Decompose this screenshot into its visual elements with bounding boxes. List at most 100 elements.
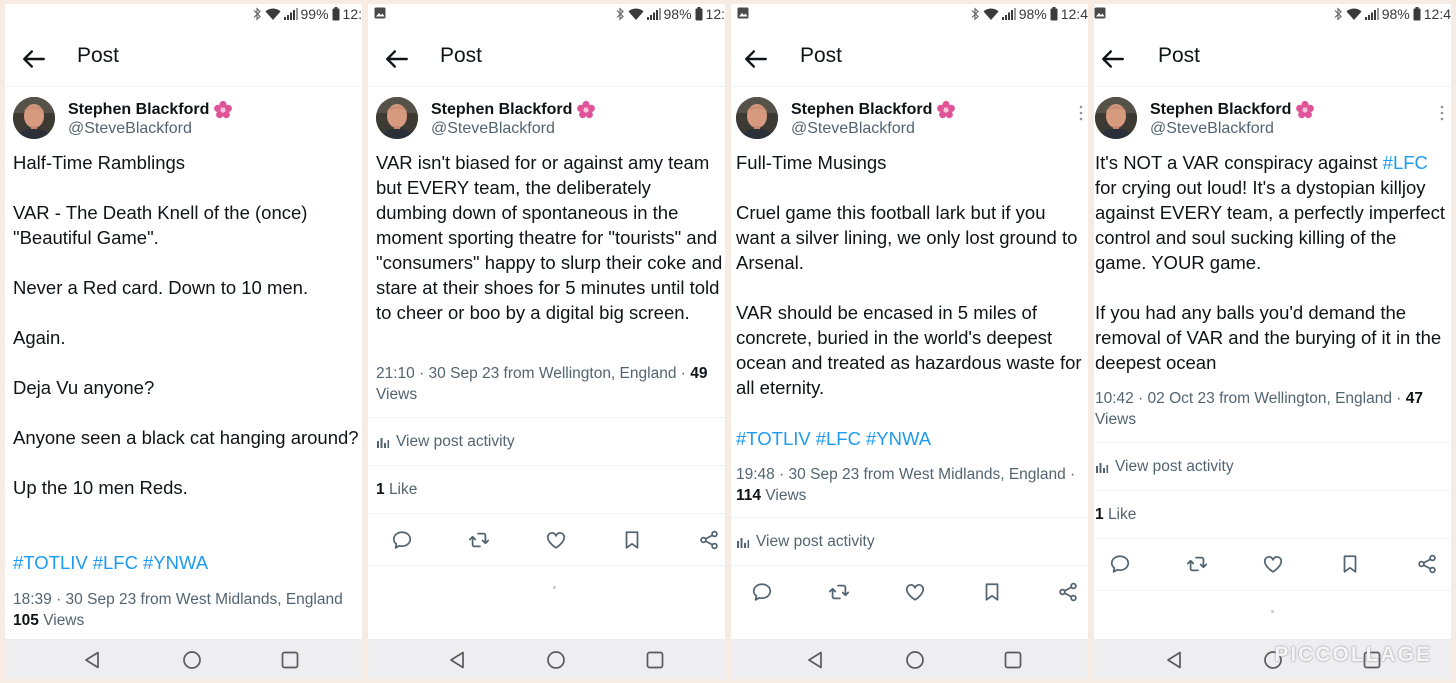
- status-bar: 98% 12:4: [1094, 4, 1451, 24]
- likes-summary[interactable]: 1 Like: [376, 481, 417, 499]
- battery-percent: 98%: [1018, 6, 1047, 22]
- back-arrow-icon[interactable]: [1098, 46, 1128, 72]
- battery-icon: [695, 7, 703, 21]
- view-post-activity-link[interactable]: View post activity: [376, 433, 515, 451]
- author-name[interactable]: Stephen Blackford: [791, 101, 932, 119]
- post-paragraph: It's NOT a VAR conspiracy against #LFC f…: [1095, 150, 1451, 275]
- reply-button[interactable]: [388, 526, 416, 554]
- android-nav-bar: [368, 639, 725, 679]
- activity-label: View post activity: [1115, 458, 1234, 475]
- bluetooth-icon: [1333, 7, 1343, 21]
- likes-summary[interactable]: 1 Like: [1095, 506, 1136, 524]
- android-nav-bar: [731, 639, 1088, 679]
- author-name[interactable]: Stephen Blackford: [1150, 101, 1291, 119]
- divider: [1094, 442, 1451, 443]
- share-button[interactable]: [695, 526, 723, 554]
- repost-button[interactable]: [465, 526, 493, 554]
- signal-icon: [284, 8, 298, 20]
- nav-home-icon[interactable]: [181, 649, 203, 671]
- post-header: Post: [5, 34, 362, 87]
- post-timestamp: 19:48 · 30 Sep 23 from West Midlands, En…: [736, 466, 1076, 483]
- nav-recents-icon[interactable]: [1002, 649, 1024, 671]
- avatar[interactable]: [736, 97, 778, 139]
- views-count: 49: [690, 365, 708, 382]
- hashtag-link[interactable]: #TOTLIV: [13, 552, 88, 573]
- bar-chart-icon: [1095, 460, 1109, 474]
- like-button[interactable]: [1259, 550, 1287, 578]
- repost-button[interactable]: [1183, 550, 1211, 578]
- hashtag-link[interactable]: #LFC: [1383, 152, 1428, 173]
- author-name[interactable]: Stephen Blackford: [68, 101, 209, 119]
- bookmark-button[interactable]: [978, 578, 1006, 606]
- heart-icon: [904, 581, 926, 603]
- nav-home-icon[interactable]: [904, 649, 926, 671]
- share-icon: [1416, 553, 1438, 575]
- hashtag-link[interactable]: #LFC: [93, 552, 138, 573]
- speech-bubble-icon: [1109, 553, 1131, 575]
- bookmark-icon: [981, 581, 1003, 603]
- page-title: Post: [800, 44, 843, 67]
- repost-arrows-icon: [828, 581, 850, 603]
- bookmark-button[interactable]: [618, 526, 646, 554]
- view-post-activity-link[interactable]: View post activity: [736, 533, 875, 551]
- reply-button[interactable]: [748, 578, 776, 606]
- hashtag-link[interactable]: #TOTLIV: [736, 428, 811, 449]
- likes-label: Like: [1107, 506, 1137, 523]
- battery-percent: 98%: [1381, 6, 1410, 22]
- nav-back-icon[interactable]: [1164, 649, 1186, 671]
- post-text-segment: It's NOT a VAR conspiracy against: [1095, 152, 1383, 173]
- more-options-icon[interactable]: [1439, 104, 1445, 122]
- status-time: 12:4: [1423, 6, 1451, 22]
- author-name[interactable]: Stephen Blackford: [431, 101, 572, 119]
- avatar[interactable]: [376, 97, 418, 139]
- action-bar: [731, 578, 1088, 608]
- nav-back-icon[interactable]: [805, 649, 827, 671]
- share-icon: [698, 529, 720, 551]
- back-arrow-icon[interactable]: [19, 46, 49, 72]
- back-arrow-icon[interactable]: [741, 46, 771, 72]
- hashtags: #TOTLIV #LFC #YNWA: [736, 428, 936, 450]
- like-button[interactable]: [901, 578, 929, 606]
- nav-home-icon[interactable]: [545, 649, 567, 671]
- author-block: Stephen Blackford @SteveBlackford: [5, 97, 362, 143]
- post-text-segment: for crying out loud! It's a dystopian ki…: [1095, 177, 1445, 273]
- bookmark-button[interactable]: [1336, 550, 1364, 578]
- likes-label: Like: [388, 481, 418, 498]
- post-paragraph: Anyone seen a black cat hanging around?: [13, 427, 359, 448]
- nav-back-icon[interactable]: [82, 649, 104, 671]
- reply-button[interactable]: [1106, 550, 1134, 578]
- nav-recents-icon[interactable]: [644, 649, 666, 671]
- hashtag-link[interactable]: #YNWA: [143, 552, 208, 573]
- hashtag-link[interactable]: #YNWA: [866, 428, 931, 449]
- speech-bubble-icon: [751, 581, 773, 603]
- status-bar: 98% 12:4: [731, 4, 1088, 24]
- author-block: Stephen Blackford @SteveBlackford: [368, 97, 725, 143]
- signal-icon: [1365, 8, 1379, 20]
- post-timestamp: 21:10 · 30 Sep 23 from Wellington, Engla…: [376, 365, 691, 382]
- page-title: Post: [440, 44, 483, 67]
- post-body: VAR isn't biased for or against amy team…: [376, 150, 723, 325]
- avatar[interactable]: [13, 97, 55, 139]
- post-paragraph: VAR isn't biased for or against amy team…: [376, 152, 723, 323]
- repost-button[interactable]: [825, 578, 853, 606]
- avatar[interactable]: [1095, 97, 1137, 139]
- hashtag-link[interactable]: #LFC: [816, 428, 861, 449]
- bar-chart-icon: [376, 435, 390, 449]
- like-button[interactable]: [542, 526, 570, 554]
- author-handle[interactable]: @SteveBlackford: [1150, 120, 1274, 138]
- share-button[interactable]: [1054, 578, 1082, 606]
- nav-back-icon[interactable]: [447, 649, 469, 671]
- nav-recents-icon[interactable]: [279, 649, 301, 671]
- back-arrow-icon[interactable]: [382, 46, 412, 72]
- view-post-activity-link[interactable]: View post activity: [1095, 458, 1234, 476]
- more-options-icon[interactable]: [1078, 104, 1084, 122]
- action-bar: [1094, 550, 1451, 580]
- author-handle[interactable]: @SteveBlackford: [791, 120, 915, 138]
- views-label: Views: [765, 487, 807, 504]
- author-handle[interactable]: @SteveBlackford: [68, 120, 192, 138]
- wifi-icon: [983, 7, 999, 21]
- pink-flower-icon: [213, 100, 233, 120]
- android-nav-bar: [5, 639, 362, 679]
- share-button[interactable]: [1413, 550, 1441, 578]
- author-handle[interactable]: @SteveBlackford: [431, 120, 555, 138]
